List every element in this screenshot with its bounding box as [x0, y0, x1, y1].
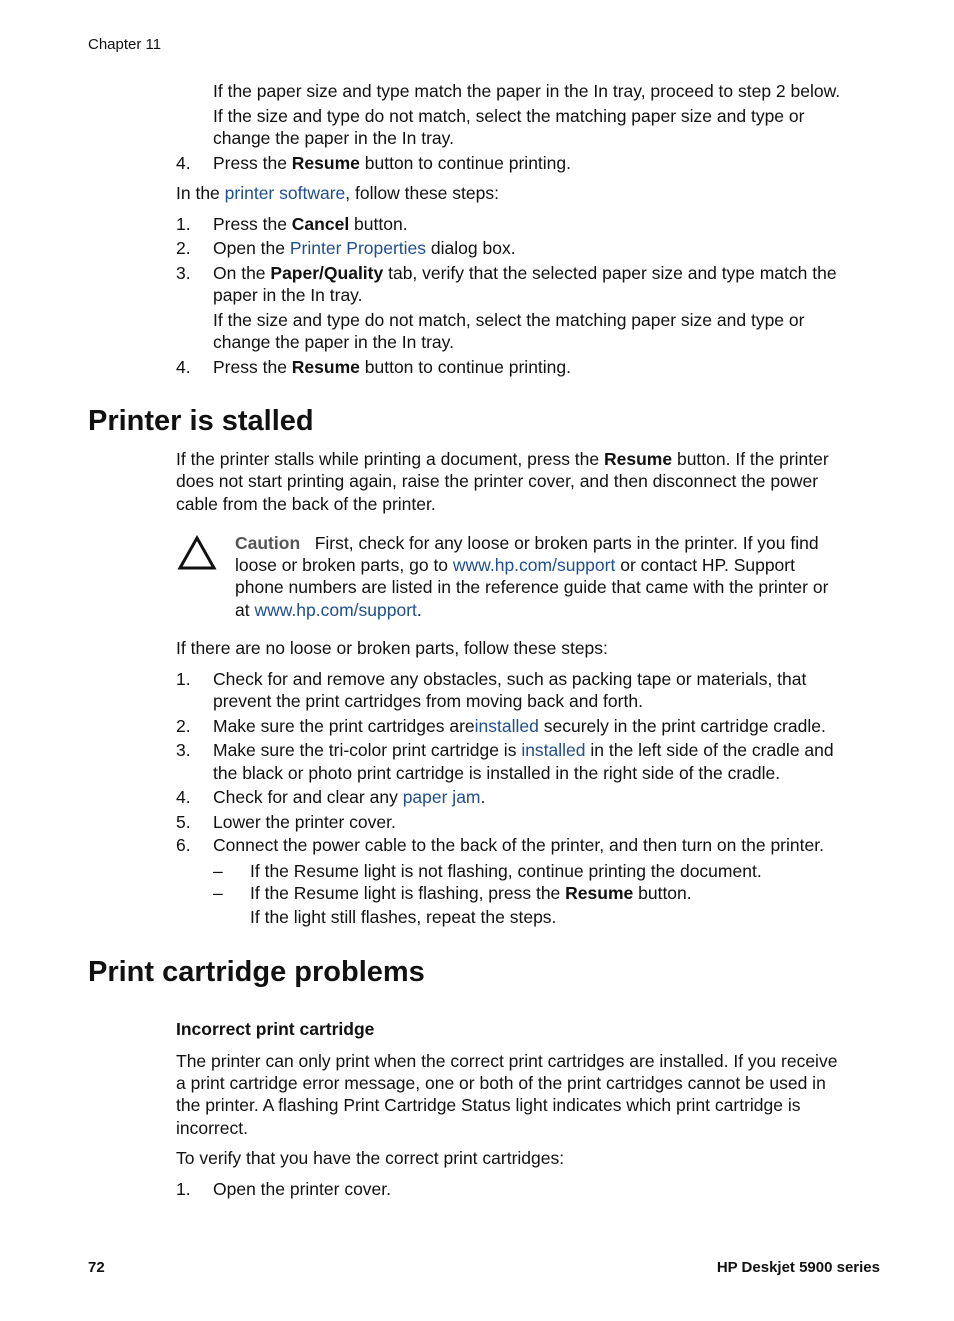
list-item: Press the Resume button to continue prin…	[213, 153, 572, 173]
hp-support-link[interactable]: www.hp.com/support	[453, 555, 615, 575]
paragraph: change the paper in the In tray.	[213, 332, 454, 352]
step-number: 4.	[176, 787, 191, 807]
page-number: 72	[88, 1259, 105, 1276]
list-item: Press the Resume button to continue prin…	[213, 357, 572, 377]
installed-link[interactable]: installed	[475, 716, 539, 736]
bullet-item: If the Resume light is not flashing, con…	[250, 861, 762, 881]
caution-note: at www.hp.com/support.	[235, 600, 422, 620]
step-number: 1.	[176, 214, 191, 234]
paragraph: does not start printing again, raise the…	[176, 471, 819, 491]
hp-support-link[interactable]: www.hp.com/support	[254, 600, 416, 620]
paragraph: If there are no loose or broken parts, f…	[176, 638, 608, 658]
caution-note: Caution First, check for any loose or br…	[235, 533, 819, 553]
paragraph: change the paper in the In tray.	[213, 128, 454, 148]
chapter-header: Chapter 11	[88, 36, 162, 53]
list-item: On the Paper/Quality tab, verify that th…	[213, 263, 837, 283]
list-item: Open the Printer Properties dialog box.	[213, 238, 516, 258]
section-heading: Print cartridge problems	[88, 956, 425, 988]
paragraph: To verify that you have the correct prin…	[176, 1148, 565, 1168]
list-item: Make sure the print cartridges areinstal…	[213, 716, 826, 736]
step-number: 3.	[176, 263, 191, 283]
paragraph: If the size and type do not match, selec…	[213, 310, 805, 330]
paragraph: If the size and type do not match, selec…	[213, 106, 805, 126]
paragraph: incorrect.	[176, 1118, 248, 1138]
list-item: Make sure the tri-color print cartridge …	[213, 740, 834, 760]
paragraph: If the light still flashes, repeat the s…	[250, 907, 557, 927]
list-item-continued: prevent the print cartridges from moving…	[213, 691, 643, 711]
paragraph: cable from the back of the printer.	[176, 494, 436, 514]
list-item: Lower the printer cover.	[213, 812, 396, 832]
list-item: Check for and remove any obstacles, such…	[213, 669, 807, 689]
list-item: Connect the power cable to the back of t…	[213, 835, 824, 855]
printer-properties-link[interactable]: Printer Properties	[290, 238, 426, 258]
paper-jam-link[interactable]: paper jam	[403, 787, 481, 807]
step-number: 1.	[176, 669, 191, 689]
paragraph: the printer. A flashing Print Cartridge …	[176, 1095, 801, 1115]
caution-label: Caution	[235, 533, 301, 553]
paragraph: The printer can only print when the corr…	[176, 1051, 838, 1071]
paragraph: a print cartridge error message, one or …	[176, 1073, 826, 1093]
list-item-continued: paper in the In tray.	[213, 285, 363, 305]
subsection-heading: Incorrect print cartridge	[176, 1019, 375, 1039]
step-number: 4.	[176, 357, 191, 377]
section-heading: Printer is stalled	[88, 405, 314, 437]
step-number: 4.	[176, 153, 191, 173]
list-item: Press the Cancel button.	[213, 214, 408, 234]
product-name: HP Deskjet 5900 series	[716, 1259, 880, 1276]
step-number: 1.	[176, 1179, 191, 1199]
list-item-continued: the black or photo print cartridge is in…	[213, 763, 781, 783]
step-number: 6.	[176, 835, 191, 855]
step-number: 3.	[176, 740, 191, 760]
caution-icon	[177, 535, 217, 570]
step-number: 2.	[176, 238, 191, 258]
paragraph: In the printer software, follow these st…	[176, 183, 499, 203]
installed-link[interactable]: installed	[521, 740, 585, 760]
step-number: 5.	[176, 812, 191, 832]
caution-note: phone numbers are listed in the referenc…	[235, 577, 829, 597]
bullet-item: If the Resume light is flashing, press t…	[250, 883, 692, 903]
bullet-dash: –	[213, 883, 223, 903]
caution-note: loose or broken parts, go to www.hp.com/…	[235, 555, 795, 575]
paragraph: If the paper size and type match the pap…	[213, 81, 841, 101]
list-item: Check for and clear any paper jam.	[213, 787, 486, 807]
step-number: 2.	[176, 716, 191, 736]
list-item: Open the printer cover.	[213, 1179, 392, 1199]
paragraph: If the printer stalls while printing a d…	[176, 449, 829, 469]
printer-software-link[interactable]: printer software	[225, 183, 346, 203]
bullet-dash: –	[213, 861, 223, 881]
